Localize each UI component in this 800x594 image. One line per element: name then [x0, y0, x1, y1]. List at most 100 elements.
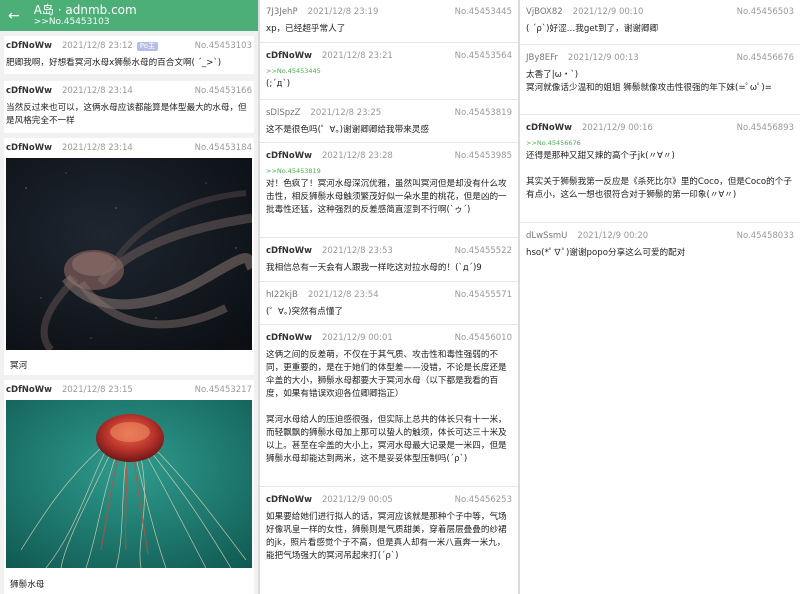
post[interactable]: cDfNoWw 2021/12/8 23:53 No.45455522 我相信总有一…	[264, 241, 514, 279]
post-number[interactable]: No.45453103	[195, 41, 252, 51]
post-number[interactable]: No.45456253	[455, 495, 512, 505]
post-separator	[260, 486, 518, 487]
post[interactable]: VjBOX82 2021/12/9 00:10 No.45456503 ( ´ρ`)…	[524, 2, 796, 40]
thread-column-1: ← A岛 · adnmb.com >>No.45453103 cDfNoWw 2…	[0, 0, 258, 594]
post-separator	[260, 281, 518, 282]
post-number[interactable]: No.45456503	[737, 7, 794, 17]
post[interactable]: cDfNoWw 2021/12/8 23:21 No.45453564 >>No.4…	[264, 46, 514, 95]
post-uid[interactable]: cDfNoWw	[266, 51, 312, 61]
post-time: 2021/12/8 23:14	[61, 86, 133, 96]
post[interactable]: cDfNoWw 2021/12/8 23:14 No.45453166 当然反过…	[4, 81, 254, 133]
post-uid[interactable]: cDfNoWw	[266, 246, 312, 256]
post[interactable]: cDfNoWw 2021/12/8 23:14 No.45453184 冥河	[4, 138, 254, 375]
post[interactable]: cDfNoWw 2021/12/9 00:05 No.45456253 如果要给她们…	[264, 490, 514, 567]
post-uid[interactable]: cDfNoWw	[6, 41, 52, 51]
post-separator	[260, 324, 518, 325]
quote-reference[interactable]: >>No.45453819	[266, 167, 512, 176]
post-uid[interactable]: sDlSpzZ	[266, 108, 300, 118]
post[interactable]: cDfNoWw 2021/12/8 23:28 No.45453985 >>No.4…	[264, 146, 514, 221]
post-time: 2021/12/8 23:28	[321, 151, 393, 161]
post-uid[interactable]: cDfNoWw	[6, 385, 52, 395]
post-number[interactable]: No.45458033	[737, 231, 794, 241]
post-body: hso(*ﾟ∇ﾟ)谢谢popo分享这么可爱的配对	[526, 248, 686, 258]
post-body: 太香了|ω・`) 冥河就像话少温和的姐姐 狮鬃就像攻击性很强的年下妹(=ﾟωﾟ)…	[526, 70, 772, 93]
post-uid[interactable]: cDfNoWw	[6, 143, 52, 153]
post-number[interactable]: No.45453217	[195, 385, 252, 395]
post-body: 我相信总有一天会有人跟我一样吃这对拉水母的！(`д´)9	[266, 263, 482, 273]
post-uid[interactable]: 7J3JehP	[266, 7, 298, 17]
post-uid[interactable]: cDfNoWw	[6, 86, 52, 96]
post-body: xp，已经超乎常人了	[266, 24, 346, 34]
post[interactable]: cDfNoWw 2021/12/8 23:15 No.45453217 狮鬃水母	[4, 380, 254, 594]
post-time: 2021/12/8 23:12	[61, 41, 133, 51]
post-number[interactable]: No.45453166	[195, 86, 252, 96]
post-uid[interactable]: VjBOX82	[526, 7, 563, 17]
post-body: (;´д`)	[266, 79, 291, 89]
post-separator	[520, 114, 800, 115]
post-number[interactable]: No.45453445	[455, 7, 512, 17]
post[interactable]: hI22kjB 2021/12/8 23:54 No.45455571 (゜∀。)突…	[264, 285, 514, 323]
post-body: (゜∀。)突然有点懂了	[266, 307, 344, 317]
post-separator	[260, 142, 518, 143]
post-uid[interactable]: cDfNoWw	[266, 495, 312, 505]
post-number[interactable]: No.45456676	[737, 53, 794, 63]
post-time: 2021/12/8 23:53	[321, 246, 393, 256]
post-number[interactable]: No.45453564	[455, 51, 512, 61]
po-badge: Po主	[136, 41, 159, 51]
post[interactable]: cDfNoWw 2021/12/9 00:16 No.45456893 >>No.4…	[524, 118, 796, 206]
post-body: 这俩之间的反差萌，不仅在于其气质、攻击性和毒性强弱的不同，更重要的，是在于她们的…	[266, 350, 507, 464]
post-time: 2021/12/8 23:15	[61, 385, 133, 395]
image-caption: 冥河	[10, 361, 28, 371]
post-uid[interactable]: JBy8EFr	[526, 53, 558, 63]
post-time: 2021/12/9 00:01	[321, 333, 393, 343]
post-body: ( ´ρ`)好涩…我get到了，谢谢卿卿	[526, 24, 659, 34]
post-number[interactable]: No.45456010	[455, 333, 512, 343]
post-separator	[520, 44, 800, 45]
thread-column-3: VjBOX82 2021/12/9 00:10 No.45456503 ( ´ρ`)…	[520, 0, 800, 594]
post-number[interactable]: No.45455522	[455, 246, 512, 256]
post-number[interactable]: No.45453985	[455, 151, 512, 161]
post-body: 对！色疯了！冥河水母深沉优雅，虽然叫冥河但是却没有什么攻击性，相反狮鬃水母触须繁…	[266, 179, 507, 215]
post-time: 2021/12/9 00:20	[577, 231, 649, 241]
post[interactable]: cDfNoWw 2021/12/9 00:01 No.45456010 这俩之间的反…	[264, 328, 514, 470]
quote-reference[interactable]: >>No.45453445	[266, 67, 512, 76]
post[interactable]: JBy8EFr 2021/12/9 00:13 No.45456676 太香了|ω・…	[524, 48, 796, 99]
post-uid[interactable]: hI22kjB	[266, 290, 298, 300]
post-time: 2021/12/8 23:25	[310, 108, 382, 118]
post-time: 2021/12/8 23:21	[321, 51, 393, 61]
post-uid[interactable]: cDfNoWw	[266, 151, 312, 161]
post[interactable]: dLwSsmU 2021/12/9 00:20 No.45458033 hso(*ﾟ…	[524, 226, 796, 264]
post-body: 肥卿我啊，好想看冥河水母x狮鬃水母的百合文啊( ´_>`)	[6, 58, 222, 68]
post-number[interactable]: No.45453819	[455, 108, 512, 118]
post-uid[interactable]: dLwSsmU	[526, 231, 567, 241]
post-time: 2021/12/8 23:54	[307, 290, 379, 300]
app-bar: ← A岛 · adnmb.com >>No.45453103	[0, 0, 258, 31]
app-title: A岛 · adnmb.com	[33, 3, 137, 17]
image-caption: 狮鬃水母	[10, 580, 45, 590]
post-body: 还得是那种又甜又辣的高个子jk(〃∀〃) 其实关于狮鬃我第一反应是《杀死比尔》里…	[526, 151, 792, 200]
jellyfish-image-styx[interactable]	[6, 158, 252, 350]
post[interactable]: sDlSpzZ 2021/12/8 23:25 No.45453819 这不是很色吗…	[264, 103, 514, 141]
post-separator	[260, 99, 518, 100]
quote-reference[interactable]: >>No.45456676	[526, 139, 794, 148]
post-separator	[260, 42, 518, 43]
post-number[interactable]: No.45453184	[195, 143, 252, 153]
post-number[interactable]: No.45455571	[455, 290, 512, 300]
post-number[interactable]: No.45456893	[737, 123, 794, 133]
thread-number: >>No.45453103	[33, 17, 110, 27]
post[interactable]: 7J3JehP 2021/12/8 23:19 No.45453445 xp，已经超…	[264, 2, 514, 40]
post-time: 2021/12/9 00:05	[321, 495, 393, 505]
post-time: 2021/12/9 00:16	[581, 123, 653, 133]
post-time: 2021/12/9 00:10	[572, 7, 644, 17]
thread-column-2: 7J3JehP 2021/12/8 23:19 No.45453445 xp，已经超…	[260, 0, 518, 594]
post-uid[interactable]: cDfNoWw	[526, 123, 572, 133]
post-body: 当然反过来也可以，这俩水母应该都能算是体型最大的水母，但是风格完全不一样	[6, 103, 247, 126]
post-body: 这不是很色吗(゜∀。)谢谢卿卿给我带来灵感	[266, 125, 429, 135]
post-uid[interactable]: cDfNoWw	[266, 333, 312, 343]
arrow-left-icon[interactable]: ←	[8, 9, 20, 23]
jellyfish-image-lions-mane[interactable]	[6, 400, 252, 568]
post-time: 2021/12/8 23:14	[61, 143, 133, 153]
post[interactable]: cDfNoWw 2021/12/8 23:12 Po主 No.45453103 …	[4, 36, 254, 74]
post-separator	[260, 237, 518, 238]
post-time: 2021/12/8 23:19	[307, 7, 379, 17]
